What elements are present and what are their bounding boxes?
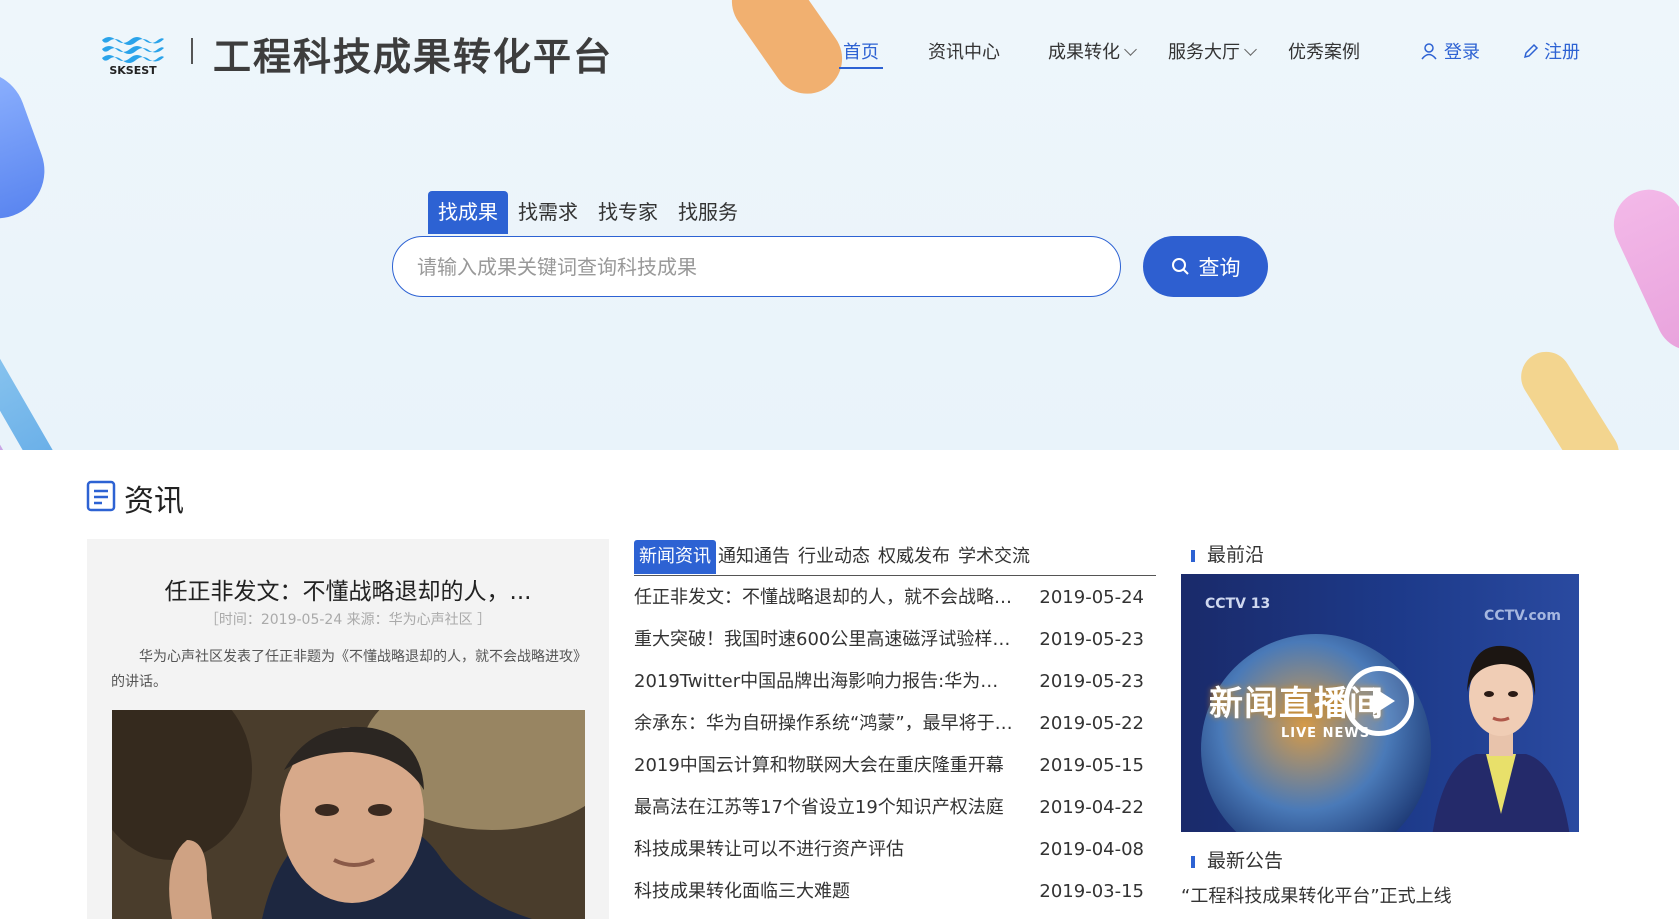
news-item[interactable]: 任正非发文：不懂战略退却的人，就不会战略进攻 2019-05-24 [634,577,1156,619]
nav-item-achievement-transfer[interactable]: 成果转化 [1048,38,1137,64]
notice-item[interactable]: “工程科技成果转化平台”正式上线 [1181,882,1452,908]
video-player[interactable]: CCTV 13 CCTV.com 新闻直播间 LIVE NEWS [1181,574,1579,832]
decorative-shape [1511,342,1629,450]
news-item[interactable]: 最高法在江苏等17个省设立19个知识产权法庭 2019-04-22 [634,787,1156,829]
decorative-shape [0,279,75,450]
news-tabs: 新闻资讯 通知通告 行业动态 权威发布 学术交流 [634,540,1156,576]
news-item-date: 2019-03-15 [1039,881,1144,902]
news-item-date: 2019-05-24 [1039,587,1144,608]
tab-find-achievement[interactable]: 找成果 [428,191,508,234]
channel-badge: CCTV 13 [1205,596,1271,612]
chevron-down-icon [1124,43,1137,56]
news-item-date: 2019-04-22 [1039,797,1144,818]
news-item-title[interactable]: 最高法在江苏等17个省设立19个知识产权法庭 [634,787,1014,829]
news-item-title[interactable]: 科技成果转化面临三大难题 [634,871,1014,913]
frontier-heading: 最前沿 [1191,540,1264,567]
news-item[interactable]: 科技成果转化面临三大难题 2019-03-15 [634,871,1156,913]
nav-item-home[interactable]: 首页 [839,38,883,69]
tab-official[interactable]: 权威发布 [878,540,950,574]
tab-find-expert[interactable]: 找专家 [588,191,668,234]
register-link[interactable]: 注册 [1522,38,1580,64]
login-link[interactable]: 登录 [1420,38,1480,64]
nav-item-cases[interactable]: 优秀案例 [1288,38,1360,64]
anchor-figure [1432,645,1570,832]
news-item[interactable]: 重大突破！我国时速600公里高速磁浮试验样车... 2019-05-23 [634,619,1156,661]
nav-item-news-center[interactable]: 资讯中心 [928,38,1000,64]
search-input[interactable] [392,236,1121,297]
notice-heading: 最新公告 [1191,846,1283,873]
search-icon [1171,257,1189,275]
tab-academic[interactable]: 学术交流 [958,540,1030,574]
play-icon[interactable] [1344,666,1414,736]
news-item-title[interactable]: 2019Twitter中国品牌出海影响力报告:华为大疆... [634,661,1014,703]
svg-text:SKSEST: SKSEST [109,64,157,75]
news-item[interactable]: 2019Twitter中国品牌出海影响力报告:华为大疆... 2019-05-2… [634,661,1156,703]
document-icon [86,480,116,512]
logo-divider [191,38,193,64]
news-item-title[interactable]: 余承东：华为自研操作系统“鸿蒙”，最早将于今... [634,703,1014,745]
section-title-news: 资讯 [124,484,184,519]
tab-find-demand[interactable]: 找需求 [508,191,588,234]
decorative-shape [718,0,856,108]
tab-news[interactable]: 新闻资讯 [634,540,716,574]
news-item[interactable]: 科技成果转让可以不进行资产评估 2019-04-08 [634,829,1156,871]
site-logo[interactable]: SKSEST [100,30,166,77]
featured-article[interactable]: 任正非发文：不懂战略退却的人，... ［时间：2019-05-24 来源：华为心… [87,539,609,919]
news-item-date: 2019-05-15 [1039,755,1144,776]
featured-photo[interactable] [112,710,585,919]
heading-bar [1191,856,1195,868]
user-icon [1421,43,1437,60]
featured-meta: ［时间：2019-05-24 来源：华为心声社区 ］ [204,612,492,628]
featured-summary: 华为心声社区发表了任正非题为《不懂战略退却的人，就不会战略进攻》的讲话。 [111,649,580,690]
news-item-date: 2019-05-23 [1039,671,1144,692]
search-button[interactable]: 查询 [1143,236,1268,297]
news-item-title[interactable]: 2019中国云计算和物联网大会在重庆隆重开幕 [634,745,1014,787]
news-item-date: 2019-05-22 [1039,713,1144,734]
news-item-title[interactable]: 重大突破！我国时速600公里高速磁浮试验样车... [634,619,1014,661]
tab-find-service[interactable]: 找服务 [668,191,748,234]
chevron-down-icon [1244,43,1257,56]
heading-bar [1191,550,1195,562]
tab-industry[interactable]: 行业动态 [798,540,870,574]
decorative-shape [1602,178,1679,362]
news-item-title[interactable]: 科技成果转让可以不进行资产评估 [634,829,1014,871]
pencil-icon [1523,43,1539,59]
featured-title[interactable]: 任正非发文：不懂战略退却的人，... [87,572,609,606]
tab-notices[interactable]: 通知通告 [718,540,790,574]
site-title: 工程科技成果转化平台 [213,35,614,79]
nav-item-service-hall[interactable]: 服务大厅 [1168,38,1257,64]
news-item[interactable]: 2019中国云计算和物联网大会在重庆隆重开幕 2019-05-15 [634,745,1156,787]
news-item-title[interactable]: 任正非发文：不懂战略退却的人，就不会战略进攻 [634,577,1014,619]
decorative-shape [0,58,58,232]
news-item[interactable]: 余承东：华为自研操作系统“鸿蒙”，最早将于今... 2019-05-22 [634,703,1156,745]
news-item-date: 2019-05-23 [1039,629,1144,650]
news-item-date: 2019-04-08 [1039,839,1144,860]
